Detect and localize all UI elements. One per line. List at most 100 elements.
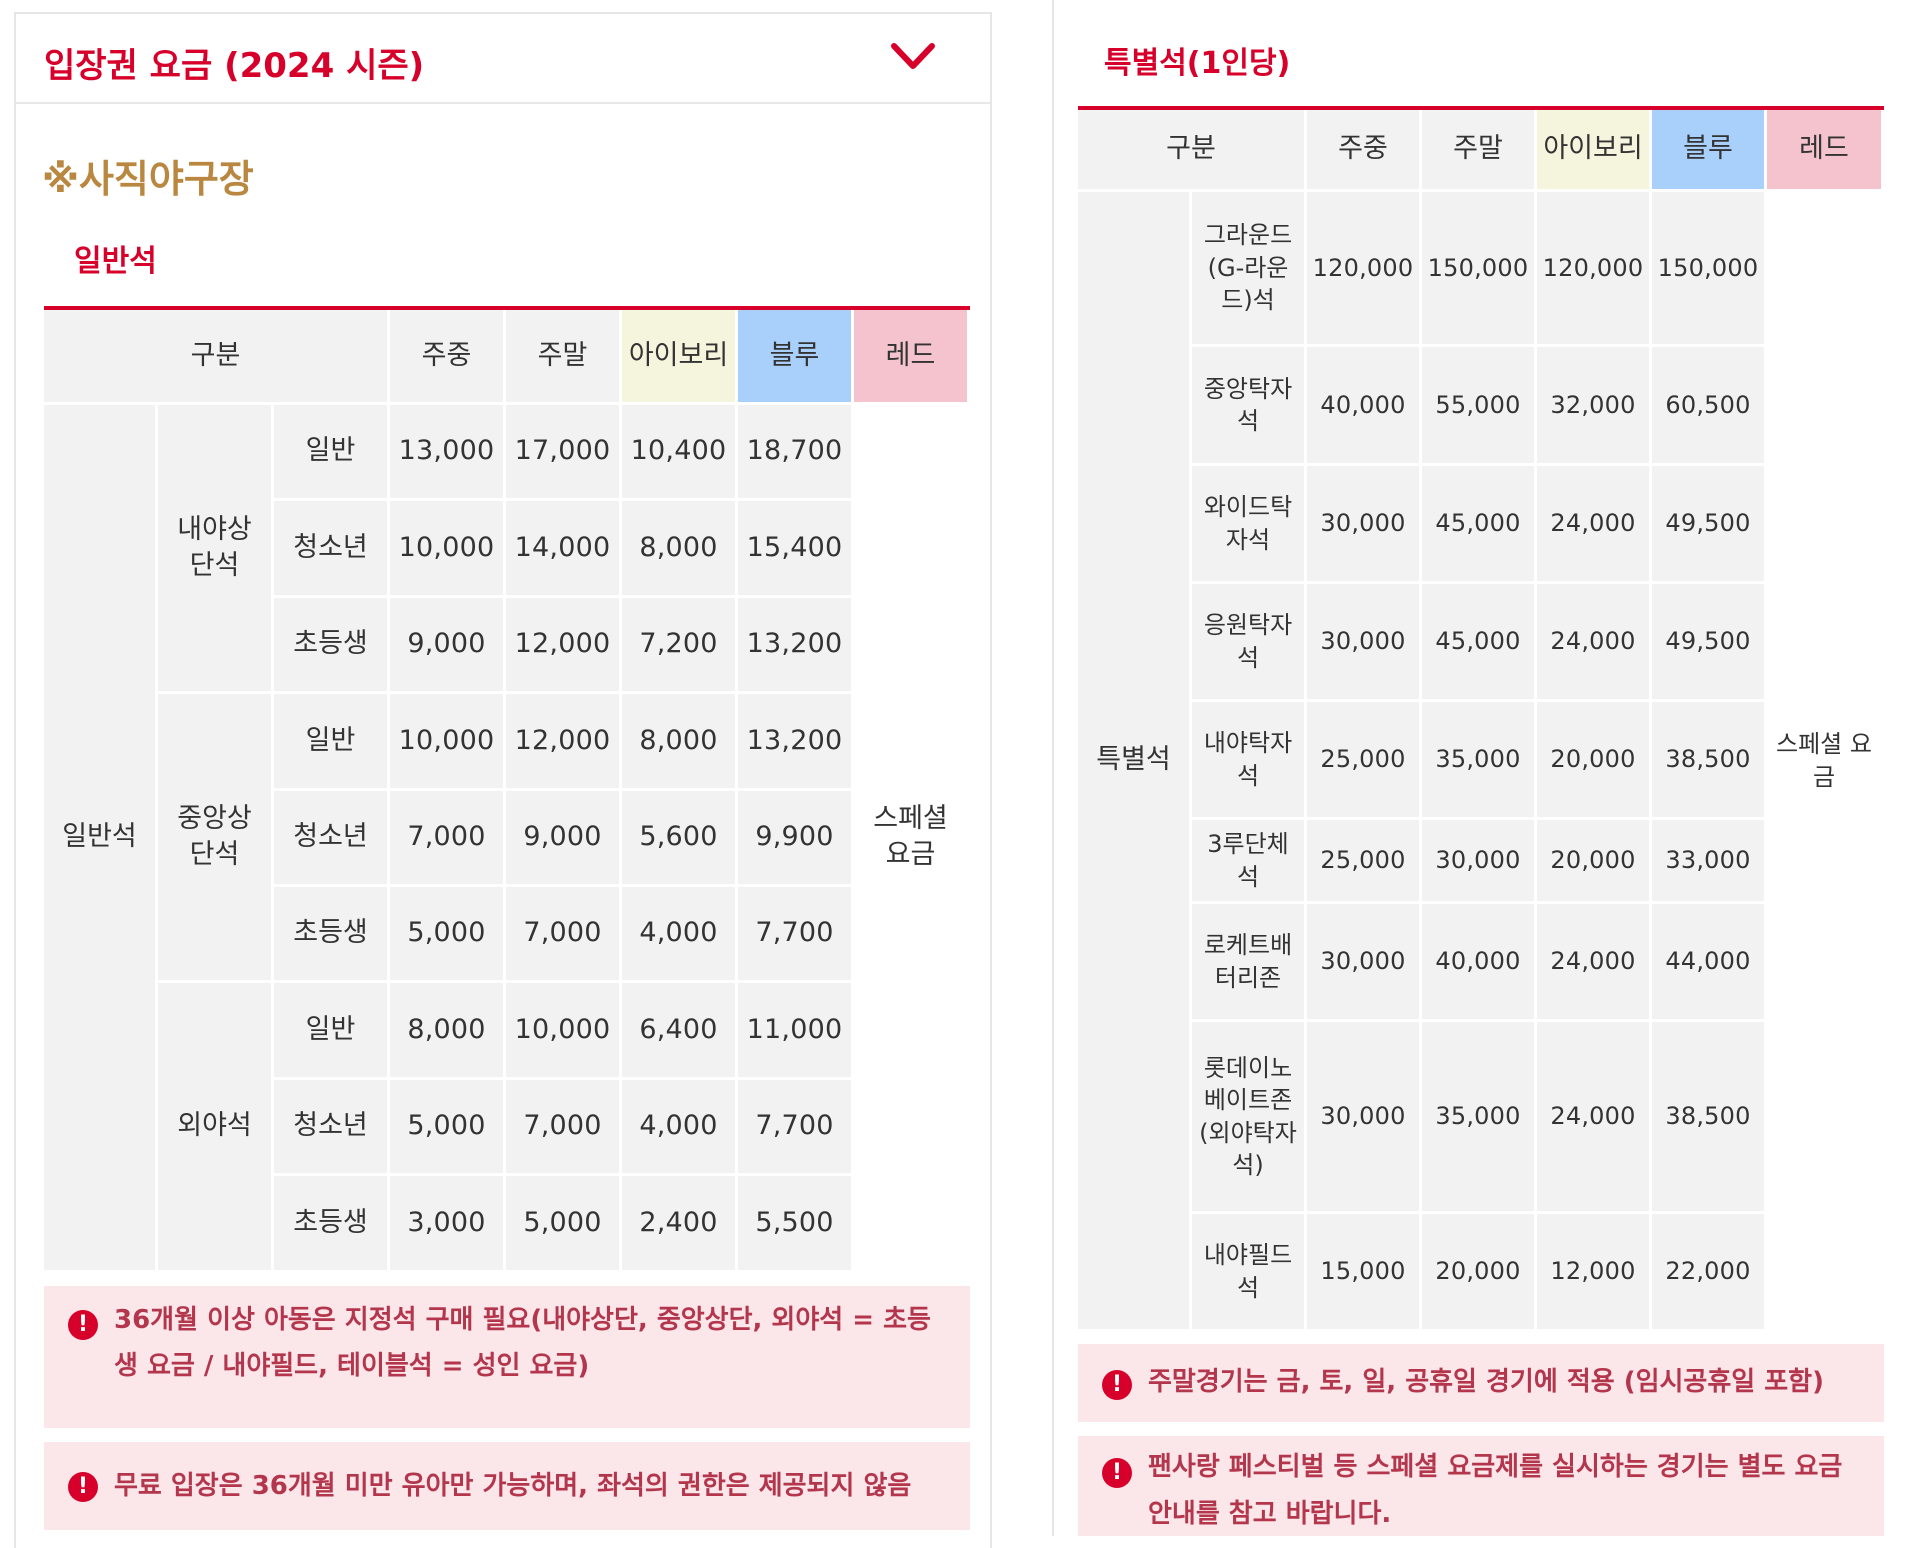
price-ivory: 12,000 [1537,1214,1652,1332]
price-ivory: 20,000 [1537,702,1652,820]
ticket-type: 초등생 [274,1176,390,1273]
group-label: 특별석 [1078,192,1192,1332]
venue-title: ※사직야구장 [42,157,254,201]
seat-name: 내야필드석 [1192,1214,1307,1332]
seat-name: 그라운드(G-라운드)석 [1192,192,1307,347]
header-weekend: 주말 [506,310,622,405]
price-ivory: 6,400 [622,983,738,1080]
price-weekday: 30,000 [1307,1022,1422,1214]
ticket-type: 청소년 [274,1079,390,1177]
price-weekday: 5,000 [390,1079,506,1177]
notice-text: 팬사랑 페스티벌 등 스페셜 요금제를 실시하는 경기는 별도 요금 안내를 참… [1148,1452,1843,1529]
price-weekend: 10,000 [506,983,622,1080]
price-ivory: 2,400 [622,1176,738,1273]
price-ivory: 24,000 [1537,584,1652,702]
price-blue: 7,700 [738,1079,854,1177]
price-weekend: 17,000 [506,405,622,502]
price-ivory: 10,400 [622,405,738,502]
price-ivory: 20,000 [1537,820,1652,904]
notice-text: 무료 입장은 36개월 미만 유아만 가능하며, 좌석의 권한은 제공되지 않음 [114,1471,912,1501]
chevron-down-icon[interactable] [890,38,936,78]
price-blue: 38,500 [1652,1022,1767,1214]
price-weekend: 150,000 [1422,192,1537,347]
seat-name: 3루단체석 [1192,820,1307,904]
price-blue: 60,500 [1652,347,1767,466]
price-weekday: 15,000 [1307,1214,1422,1332]
header-category: 구분 [44,310,390,405]
price-weekday: 7,000 [390,790,506,887]
price-ivory: 24,000 [1537,466,1652,584]
exclamation-circle-icon: ! [68,1472,98,1502]
price-weekend: 30,000 [1422,820,1537,904]
price-blue: 7,700 [738,886,854,984]
price-weekend: 35,000 [1422,1022,1537,1214]
price-blue: 13,200 [738,597,854,695]
price-weekend: 35,000 [1422,702,1537,820]
group-label: 일반석 [44,405,158,1273]
price-weekday: 13,000 [390,405,506,502]
price-weekday: 10,000 [390,501,506,598]
price-blue: 11,000 [738,983,854,1080]
price-weekday: 25,000 [1307,820,1422,904]
price-weekday: 8,000 [390,983,506,1080]
price-weekend: 45,000 [1422,584,1537,702]
price-ivory: 5,600 [622,790,738,887]
price-weekend: 20,000 [1422,1214,1537,1332]
seat-name: 응원탁자석 [1192,584,1307,702]
header-weekend: 주말 [1422,110,1537,192]
accordion-title: 입장권 요금 (2024 시즌) [44,46,425,86]
header-category: 구분 [1078,110,1307,192]
ticket-type: 일반 [274,405,390,502]
zone-label: 외야석 [158,983,274,1273]
special-seat-panel: 특별석(1인당) 구분 주중 주말 아이보리 블루 레드 특별석 스페셜 요금 그라운드(G-라… [1052,0,1908,1536]
ticket-type: 초등생 [274,886,390,984]
price-weekend: 7,000 [506,1079,622,1177]
notice-box: ! 주말경기는 금, 토, 일, 공휴일 경기에 적용 (임시공휴일 포함) [1078,1344,1884,1422]
price-weekday: 25,000 [1307,702,1422,820]
price-weekday: 120,000 [1307,192,1422,347]
price-ivory: 8,000 [622,694,738,791]
zone-label: 내야상단석 [158,405,274,695]
price-blue: 15,400 [738,501,854,598]
exclamation-circle-icon: ! [68,1310,98,1340]
seat-name: 로케트배터리존 [1192,904,1307,1022]
seat-name: 롯데이노베이트존(외야탁자석) [1192,1022,1307,1214]
price-ivory: 4,000 [622,886,738,984]
red-special-price: 스페셜 요금 [1767,192,1884,1332]
price-ivory: 8,000 [622,501,738,598]
price-weekday: 30,000 [1307,466,1422,584]
price-weekend: 7,000 [506,886,622,984]
price-weekend: 5,000 [506,1176,622,1273]
header-red: 레드 [1767,110,1884,192]
price-blue: 150,000 [1652,192,1767,347]
price-blue: 33,000 [1652,820,1767,904]
notice-text: 주말경기는 금, 토, 일, 공휴일 경기에 적용 (임시공휴일 포함) [1148,1367,1824,1397]
zone-label: 중앙상단석 [158,694,274,984]
accordion-header[interactable]: 입장권 요금 (2024 시즌) [16,14,990,104]
price-ivory: 32,000 [1537,347,1652,466]
ticket-type: 초등생 [274,597,390,695]
price-weekend: 14,000 [506,501,622,598]
header-ivory: 아이보리 [622,310,738,405]
price-weekday: 3,000 [390,1176,506,1273]
price-ivory: 4,000 [622,1079,738,1177]
price-blue: 49,500 [1652,466,1767,584]
price-weekday: 30,000 [1307,904,1422,1022]
price-blue: 5,500 [738,1176,854,1273]
notice-box: ! 36개월 이상 아동은 지정석 구매 필요(내야상단, 중앙상단, 외야석 =… [44,1286,970,1428]
price-blue: 49,500 [1652,584,1767,702]
price-blue: 13,200 [738,694,854,791]
header-weekday: 주중 [390,310,506,405]
notice-text: 36개월 이상 아동은 지정석 구매 필요(내야상단, 중앙상단, 외야석 = … [114,1305,931,1381]
seat-name: 내야탁자석 [1192,702,1307,820]
price-weekend: 45,000 [1422,466,1537,584]
price-blue: 9,900 [738,790,854,887]
price-weekday: 40,000 [1307,347,1422,466]
price-ivory: 120,000 [1537,192,1652,347]
section-title: 특별석(1인당) [1104,46,1291,81]
exclamation-circle-icon: ! [1102,1370,1132,1400]
price-ivory: 24,000 [1537,1022,1652,1214]
special-seat-price-table: 구분 주중 주말 아이보리 블루 레드 특별석 스페셜 요금 그라운드(G-라운드)석 120,0… [1078,110,1884,1332]
price-ivory: 7,200 [622,597,738,695]
notice-box: ! 팬사랑 페스티벌 등 스페셜 요금제를 실시하는 경기는 별도 요금 안내를 … [1078,1436,1884,1536]
